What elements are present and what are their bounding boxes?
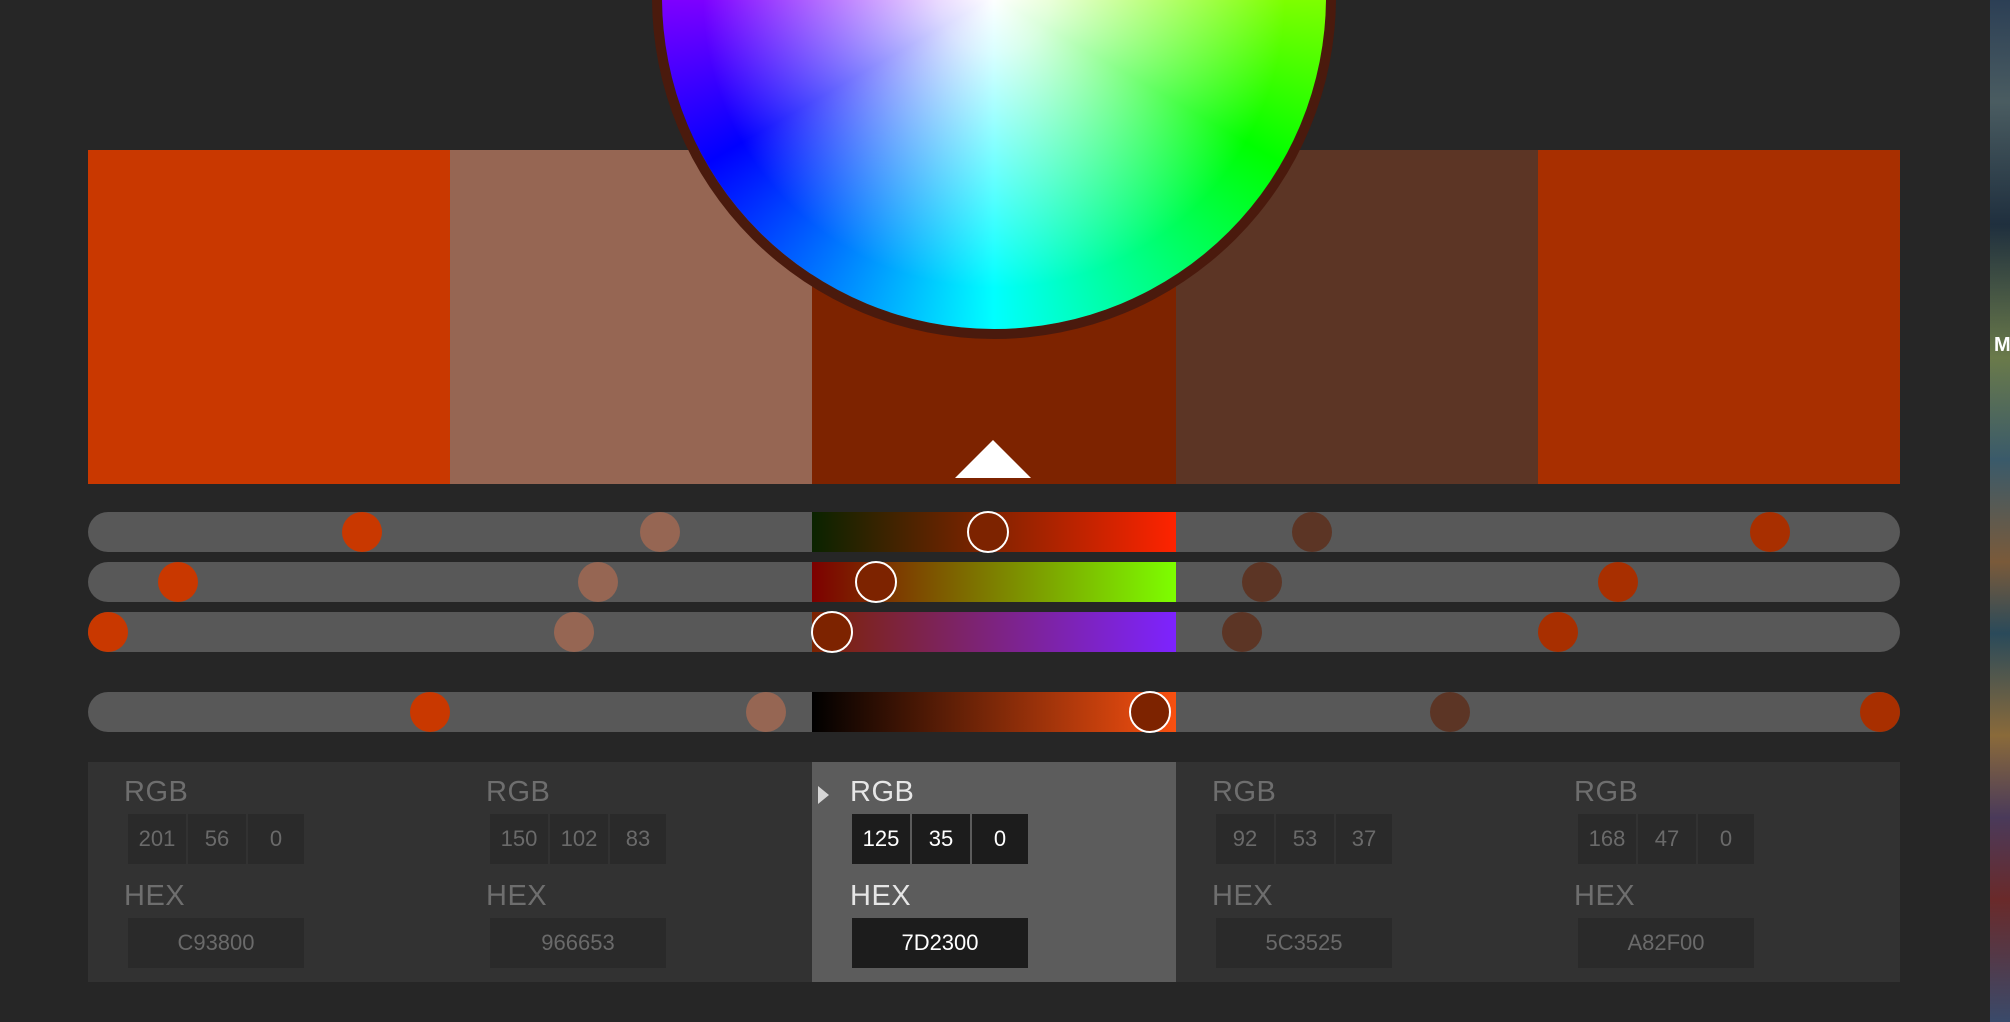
active-indicator-icon	[818, 786, 829, 804]
hex-label: HEX	[1212, 880, 1274, 912]
hex-input[interactable]: 5C3525	[1216, 918, 1392, 968]
hex-input[interactable]: C93800	[128, 918, 304, 968]
brightness-handle-swatch-2[interactable]	[746, 692, 786, 732]
swatch-1[interactable]	[88, 150, 450, 484]
r-input[interactable]: 150	[490, 814, 548, 864]
swatch-5[interactable]	[1538, 150, 1900, 484]
b-input[interactable]: 37	[1336, 814, 1392, 864]
r-input[interactable]: 201	[128, 814, 186, 864]
g-input[interactable]: 102	[550, 814, 608, 864]
hex-input[interactable]: 7D2300	[852, 918, 1028, 968]
r-input[interactable]: 125	[852, 814, 910, 864]
background-caption-fragment: M	[1994, 334, 2010, 356]
blue-handle-swatch-1[interactable]	[88, 612, 128, 652]
rgb-label: RGB	[124, 776, 189, 808]
red-handle-swatch-5[interactable]	[1750, 512, 1790, 552]
red-handle-swatch-3[interactable]	[967, 511, 1009, 553]
green-handle-swatch-2[interactable]	[578, 562, 618, 602]
hex-input[interactable]: A82F00	[1578, 918, 1754, 968]
blue-handle-swatch-2[interactable]	[554, 612, 594, 652]
b-input[interactable]: 83	[610, 814, 666, 864]
background-image-strip	[1990, 0, 2010, 1022]
r-input[interactable]: 92	[1216, 814, 1274, 864]
hex-input[interactable]: 966653	[490, 918, 666, 968]
blue-handle-swatch-5[interactable]	[1538, 612, 1578, 652]
blue-handle-swatch-4[interactable]	[1222, 612, 1262, 652]
g-input[interactable]: 53	[1276, 814, 1334, 864]
g-input[interactable]: 56	[188, 814, 246, 864]
green-handle-swatch-5[interactable]	[1598, 562, 1638, 602]
b-input[interactable]: 0	[248, 814, 304, 864]
hex-label: HEX	[486, 880, 548, 912]
green-handle-swatch-1[interactable]	[158, 562, 198, 602]
selected-swatch-pointer-icon	[955, 440, 1031, 478]
red-handle-swatch-1[interactable]	[342, 512, 382, 552]
rgb-label: RGB	[486, 776, 551, 808]
color-theme-editor: RGB 201 56 0 HEX C93800 RGB 150 102 83 H…	[0, 0, 2010, 1022]
rgb-label: RGB	[1574, 776, 1639, 808]
r-input[interactable]: 168	[1578, 814, 1636, 864]
brightness-handle-swatch-4[interactable]	[1430, 692, 1470, 732]
red-handle-swatch-2[interactable]	[640, 512, 680, 552]
brightness-handle-swatch-5[interactable]	[1860, 692, 1900, 732]
hex-label: HEX	[850, 880, 912, 912]
brightness-handle-swatch-3[interactable]	[1129, 691, 1171, 733]
b-input[interactable]: 0	[1698, 814, 1754, 864]
g-input[interactable]: 35	[912, 814, 970, 864]
g-input[interactable]: 47	[1638, 814, 1696, 864]
b-input[interactable]: 0	[972, 814, 1028, 864]
rgb-label: RGB	[1212, 776, 1277, 808]
hex-label: HEX	[1574, 880, 1636, 912]
blue-slider-active-gradient[interactable]	[812, 612, 1176, 652]
hex-label: HEX	[124, 880, 186, 912]
blue-handle-swatch-3[interactable]	[811, 611, 853, 653]
brightness-handle-swatch-1[interactable]	[410, 692, 450, 732]
brightness-slider-active-gradient[interactable]	[812, 692, 1176, 732]
green-handle-swatch-3[interactable]	[855, 561, 897, 603]
green-handle-swatch-4[interactable]	[1242, 562, 1282, 602]
red-handle-swatch-4[interactable]	[1292, 512, 1332, 552]
rgb-label: RGB	[850, 776, 915, 808]
